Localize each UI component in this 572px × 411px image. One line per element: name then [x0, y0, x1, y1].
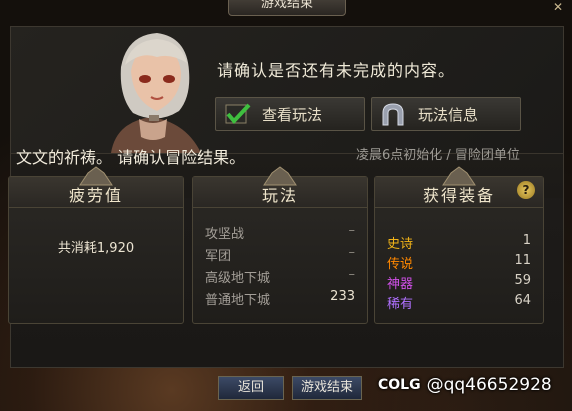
- fatigue-title: 疲劳值: [68, 186, 123, 205]
- window-title: 游戏结束: [228, 0, 346, 16]
- gameplay-row-value: 233: [330, 289, 355, 304]
- gameplay-row-value: –: [348, 267, 356, 282]
- end-game-button[interactable]: 游戏结束: [292, 376, 362, 400]
- gear-panel: 获得装备 ? 史诗 1 传说 11 神器 59 稀有 64: [374, 166, 544, 324]
- gameplay-row-name: 军团: [205, 249, 232, 264]
- blessing-text: 文文的祈祷。 请确认冒险结果。: [16, 148, 246, 167]
- character-portrait: [91, 27, 217, 153]
- view-gameplay-label: 查看玩法: [262, 105, 323, 124]
- gameplay-row: 高级地下城 –: [205, 267, 355, 287]
- help-icon[interactable]: ?: [517, 181, 535, 199]
- fatigue-panel: 疲劳值 共消耗1,920: [8, 166, 184, 324]
- gear-row-value: 59: [514, 273, 531, 288]
- confirm-prompt: 请确认是否还有未完成的内容。: [217, 61, 456, 80]
- gear-row: 稀有 64: [387, 293, 531, 313]
- gameplay-row-name: 高级地下城: [205, 271, 271, 286]
- reset-notice: 凌晨6点初始化 / 冒险团单位: [356, 148, 520, 163]
- gear-row-name: 史诗: [387, 237, 414, 252]
- back-button[interactable]: 返回: [218, 376, 284, 400]
- gear-row-name: 传说: [387, 257, 414, 272]
- watermark: COLG @qq46652928: [378, 372, 552, 398]
- dialog-header: 请确认是否还有未完成的内容。 查看玩法 玩法信息: [11, 27, 563, 153]
- arch-icon: [378, 101, 408, 127]
- gear-row: 传说 11: [387, 253, 531, 273]
- fatigue-total: 共消耗1,920: [9, 237, 183, 256]
- gear-row-value: 1: [522, 233, 531, 248]
- watermark-logo: COLG: [378, 377, 421, 393]
- gameplay-row: 普通地下城 233: [205, 289, 355, 309]
- close-icon[interactable]: ✕: [550, 0, 566, 14]
- gear-row-name: 神器: [387, 277, 414, 292]
- checkmark-icon: [222, 101, 252, 127]
- gear-row-name: 稀有: [387, 297, 414, 312]
- watermark-text: @qq46652928: [426, 375, 552, 395]
- gear-panel-header: 获得装备 ?: [375, 166, 543, 208]
- gameplay-row-value: –: [348, 223, 356, 238]
- gameplay-row-name: 攻坚战: [205, 227, 245, 242]
- gameplay-row-name: 普通地下城: [205, 293, 271, 308]
- gameplay-panel-header: 玩法: [193, 166, 367, 208]
- gear-row: 神器 59: [387, 273, 531, 293]
- gameplay-info-label: 玩法信息: [418, 105, 479, 124]
- view-gameplay-button[interactable]: 查看玩法: [215, 97, 365, 131]
- gameplay-info-button[interactable]: 玩法信息: [371, 97, 521, 131]
- gameplay-panel: 玩法 攻坚战 – 军团 – 高级地下城 – 普通地下城 233: [192, 166, 368, 324]
- gameplay-row-value: –: [348, 245, 356, 260]
- fatigue-panel-header: 疲劳值: [9, 166, 183, 208]
- gear-row-value: 64: [514, 293, 531, 308]
- gameplay-row: 攻坚战 –: [205, 223, 355, 243]
- fatigue-total-label: 共消耗: [57, 241, 97, 256]
- gear-row: 史诗 1: [387, 233, 531, 253]
- gameplay-row: 军团 –: [205, 245, 355, 265]
- gameplay-title: 玩法: [261, 186, 298, 205]
- fatigue-total-value: 1,920: [96, 241, 135, 256]
- gear-row-value: 11: [514, 253, 531, 268]
